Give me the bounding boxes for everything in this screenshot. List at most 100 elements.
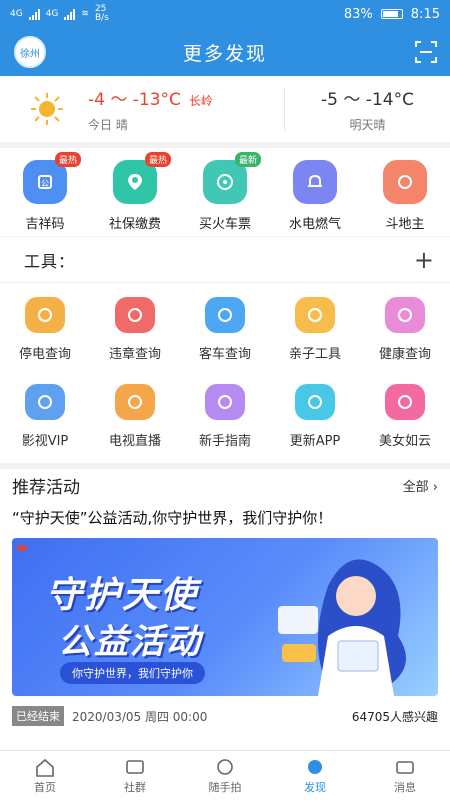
message-icon: [396, 760, 414, 774]
tool-item-label: 客车查询: [198, 347, 251, 362]
app-header: 徐州 更多发现: [0, 28, 450, 76]
video-vip-icon: [25, 384, 65, 420]
tool-item[interactable]: 停电查询: [0, 283, 90, 370]
activity-title[interactable]: “守护天使”公益活动,你守护世界，我们守护你！: [12, 507, 438, 528]
home-icon: [36, 758, 54, 777]
tool-item[interactable]: 美女如云: [360, 370, 450, 457]
power-outage-icon: [25, 297, 65, 333]
signal-label-1: 4G: [10, 9, 23, 19]
tool-item-label: 新手指南: [198, 434, 251, 449]
sun-icon: [31, 93, 63, 125]
banner-slogan: 你守护世界，我们守护你: [60, 662, 205, 684]
quick-item[interactable]: 斗地主: [360, 148, 450, 236]
battery-icon: [380, 9, 403, 19]
quick-item[interactable]: 社保缴费 最热: [90, 148, 180, 236]
parent-child-icon: [295, 297, 335, 333]
signal-icon-2: [64, 8, 76, 20]
tools-header: 工具： +: [0, 237, 450, 283]
tool-item[interactable]: 更新APP: [270, 370, 360, 457]
svg-text:公: 公: [41, 179, 49, 188]
tool-item[interactable]: 客车查询: [180, 283, 270, 370]
avatar[interactable]: 徐州: [14, 36, 46, 68]
hot-badge: 最新: [235, 152, 262, 167]
quick-item-label: 社保缴费: [108, 217, 161, 232]
weather-panel[interactable]: -4 ～ -13°C 长岭 今日 晴 -5 ～ -14°C 明天晴: [0, 76, 450, 142]
recommend-section: 推荐活动 全部 › “守护天使”公益活动,你守护世界，我们守护你！ ❤ 守护天使…: [0, 469, 450, 759]
tomorrow-temp: -5 ～ -14°C: [321, 90, 414, 110]
tool-item[interactable]: 健康查询: [360, 283, 450, 370]
tab-label: 社群: [124, 780, 146, 794]
weather-tomorrow[interactable]: -5 ～ -14°C 明天晴: [285, 85, 450, 133]
tab-label: 发现: [304, 780, 326, 794]
banner-line-2: 公益活动: [58, 622, 202, 662]
tool-item[interactable]: 电视直播: [90, 370, 180, 457]
signal-label-2: 4G: [45, 9, 59, 19]
tools-title: 工具：: [24, 251, 76, 271]
recommend-header: 推荐活动 全部 ›: [12, 469, 438, 501]
guide-icon: [205, 384, 245, 420]
today-temp: -4 ～ -13°C: [88, 90, 181, 110]
tools-section: 工具： + 停电查询 违章查询 客车查询 亲子工具 健康查询影视VIP 电视直播 新手指南 更…: [0, 237, 450, 463]
hot-badge: 最热: [145, 152, 172, 167]
activity-date: 2020/03/05 周四 00:00: [72, 709, 208, 724]
weather-today[interactable]: -4 ～ -13°C 长岭 今日 晴: [0, 85, 284, 133]
tools-grid: 停电查询 违章查询 客车查询 亲子工具 健康查询影视VIP 电视直播 新手指南 更新APP 美女…: [0, 283, 450, 463]
activity-meta: 已经结束 2020/03/05 周四 00:00 64705人感兴趣: [12, 706, 438, 726]
violation-icon: [115, 297, 155, 333]
recommend-title: 推荐活动: [12, 477, 80, 498]
quick-item[interactable]: 公吉祥码 最热: [0, 148, 90, 236]
net-speed: 25 B/s: [94, 4, 109, 23]
tab-1[interactable]: 社群: [90, 751, 180, 800]
tool-item-label: 美女如云: [378, 434, 431, 449]
tool-item[interactable]: 影视VIP: [0, 370, 90, 457]
tool-item[interactable]: 违章查询: [90, 283, 180, 370]
tool-item-label: 更新APP: [289, 434, 341, 449]
today-label: 今日 晴: [88, 118, 128, 132]
activity-banner[interactable]: ❤ 守护天使 公益活动 你守护世界，我们守护你: [12, 538, 438, 696]
quick-item-label: 买火车票: [198, 217, 251, 232]
quick-item[interactable]: 水电燃气: [270, 148, 360, 236]
quick-item[interactable]: 买火车票 最新: [180, 148, 270, 236]
interest-count: 64705人感兴趣: [351, 709, 438, 724]
doctor-illustration: [278, 559, 406, 696]
wifi-icon: ≋: [81, 9, 89, 19]
tool-item-label: 亲子工具: [288, 347, 341, 362]
tool-item-label: 影视VIP: [21, 434, 69, 449]
heart-icon: ❤: [16, 542, 28, 558]
banner-line-1: 守护天使: [46, 575, 199, 616]
health-icon: [385, 297, 425, 333]
bottom-tab-bar: 首页 社群 随手拍 发现 消息: [0, 750, 450, 800]
tool-item-label: 违章查询: [108, 347, 161, 362]
scan-icon[interactable]: [414, 40, 438, 64]
status-bar: 4G 4G ≋ 25 B/s 83% 8:15: [0, 0, 450, 28]
quick-item-label: 斗地主: [385, 217, 425, 232]
tool-item-label: 电视直播: [108, 434, 161, 449]
view-all-link[interactable]: 全部 ›: [403, 476, 438, 495]
tool-item-label: 停电查询: [18, 347, 71, 362]
bus-icon: [205, 297, 245, 333]
tomorrow-label: 明天晴: [349, 118, 386, 132]
tab-0[interactable]: 首页: [0, 751, 90, 800]
cards-icon: [383, 160, 427, 204]
tab-label: 首页: [34, 780, 56, 794]
snapshot-icon: [217, 758, 233, 775]
clock: 8:15: [410, 6, 440, 22]
tool-item[interactable]: 亲子工具: [270, 283, 360, 370]
tab-label: 消息: [394, 780, 416, 794]
status-badge: 已经结束: [12, 706, 64, 726]
tab-4[interactable]: 消息: [360, 751, 450, 800]
quick-services: 公吉祥码 最热社保缴费 最热买火车票 最新水电燃气 斗地主: [0, 148, 450, 236]
signal-icon: [28, 8, 40, 20]
battery-percent: 83%: [343, 6, 373, 22]
tab-2[interactable]: 随手拍: [180, 751, 270, 800]
add-icon[interactable]: +: [414, 248, 434, 272]
tab-3[interactable]: 发现: [270, 751, 360, 800]
community-icon: [126, 759, 144, 774]
update-icon: [295, 384, 335, 420]
tool-item[interactable]: 新手指南: [180, 370, 270, 457]
tab-label: 随手拍: [208, 780, 242, 794]
utility-icon: [293, 160, 337, 204]
quick-item-label: 水电燃气: [288, 217, 341, 232]
tool-item-label: 健康查询: [378, 347, 431, 362]
page-title: 更多发现: [182, 42, 267, 65]
